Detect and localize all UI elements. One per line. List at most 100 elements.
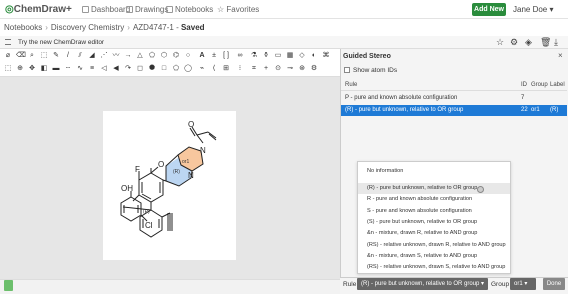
plate-icon[interactable]: ▭: [274, 52, 282, 60]
dropdown-option[interactable]: &n - mixture, drawn R, relative to AND g…: [358, 228, 510, 239]
atom-o-top: O: [188, 120, 194, 129]
rule-select[interactable]: (R) - pure but unknown, relative to OR g…: [357, 278, 488, 290]
table-row[interactable]: P - pure and known absolute configuratio…: [341, 93, 567, 104]
try-new-editor-label[interactable]: Try the new ChemDraw editor: [18, 39, 104, 46]
show-atom-ids-checkbox[interactable]: [344, 67, 350, 73]
ch3-icon[interactable]: ⌁: [198, 65, 206, 73]
atom-n-amide: N: [200, 146, 206, 155]
orbital-icon[interactable]: ∞: [236, 52, 244, 60]
flask-icon[interactable]: ⚱: [262, 52, 270, 60]
breadcrumb-document[interactable]: AZD4747-1: [133, 23, 174, 32]
atom-query-icon[interactable]: ⊙: [274, 65, 282, 73]
bond-bold-wedge-icon[interactable]: ◀: [112, 65, 120, 73]
trash-icon[interactable]: 🗑: [540, 37, 551, 48]
chemdraw-logo[interactable]: ◎ChemDraw+: [5, 4, 72, 15]
col-label[interactable]: Label: [550, 80, 565, 91]
layers-icon[interactable]: ◈: [525, 37, 532, 48]
arrow-icon[interactable]: →: [124, 52, 132, 60]
close-icon[interactable]: ×: [558, 51, 563, 60]
add-new-button[interactable]: Add New ▾: [472, 3, 506, 26]
lasso-icon[interactable]: ⌀: [4, 52, 12, 60]
shape-icon[interactable]: ◇: [298, 52, 306, 60]
benzene-icon[interactable]: ⌬: [172, 52, 180, 60]
cyclobutane-icon[interactable]: ◻: [136, 65, 144, 73]
bracket-left-icon[interactable]: ⟨: [210, 65, 218, 73]
group-select[interactable]: or1 ▾: [510, 278, 536, 290]
bond-wavy-icon[interactable]: ∿: [76, 65, 84, 73]
pen-icon[interactable]: ✎: [52, 52, 60, 60]
bond-triple-icon[interactable]: ≡: [88, 65, 96, 73]
zoom-in-icon[interactable]: ⊕: [16, 65, 24, 73]
gear-tool-icon[interactable]: ⚙: [310, 65, 318, 73]
atom-list-icon[interactable]: ⁝: [236, 65, 244, 73]
cyclopentadiene-icon[interactable]: ⬠: [172, 65, 180, 73]
col-id[interactable]: ID: [521, 80, 527, 91]
nav-notebooks[interactable]: Notebooks: [166, 5, 213, 14]
table-row-selected[interactable]: (R) - pure but unknown, relative to OR g…: [341, 105, 567, 116]
show-atom-ids-label: Show atom IDs: [353, 67, 398, 74]
dropdown-option[interactable]: (S) - pure but unknown, relative to OR g…: [358, 217, 510, 228]
col-rule[interactable]: Rule: [345, 80, 357, 91]
select-icon[interactable]: ⬚: [4, 65, 12, 73]
user-menu[interactable]: Jane Doe ▾: [513, 5, 553, 14]
dropdown-option-highlighted[interactable]: (R) - pure but unknown, relative to OR g…: [358, 183, 510, 194]
text-tool-icon[interactable]: A: [198, 52, 206, 60]
structure-icon[interactable]: ⌘: [322, 52, 330, 60]
cyclohexane-icon[interactable]: ⬡: [160, 52, 168, 60]
breadcrumb-separator: ›: [45, 23, 48, 32]
color-icon[interactable]: ◐: [310, 52, 318, 60]
square-icon[interactable]: □: [160, 65, 168, 73]
stereo-tool-icon[interactable]: ⚗: [250, 52, 258, 60]
zoom-icon[interactable]: ⌕: [28, 52, 36, 60]
done-button[interactable]: Done: [543, 278, 565, 290]
nav-drawings[interactable]: Drawings: [126, 5, 168, 14]
bond-hollow-icon[interactable]: ◁: [100, 65, 108, 73]
breadcrumb-discovery[interactable]: Discovery Chemistry: [51, 23, 124, 32]
bracket-icon[interactable]: [ ]: [222, 52, 230, 60]
atom-map-icon[interactable]: ⌗: [250, 65, 258, 73]
molecule-structure[interactable]: O N N O F OH Cl or1 (R) (P): [103, 111, 236, 260]
table-small-icon[interactable]: ⊞: [222, 65, 230, 73]
bond-double-icon[interactable]: ⫽: [76, 52, 84, 60]
dropdown-option[interactable]: &n - mixture, drawn S, relative to AND g…: [358, 251, 510, 262]
download-icon[interactable]: ⤓: [554, 37, 558, 48]
star-icon[interactable]: ☆: [496, 37, 504, 48]
dot-icon[interactable]: ⊛: [298, 65, 306, 73]
bond-bold-icon[interactable]: ▬: [52, 65, 60, 73]
document-status-icon[interactable]: [4, 280, 13, 291]
dropdown-option[interactable]: (RS) - relative unknown, drawn R, relati…: [358, 240, 510, 251]
arrow-curved-icon[interactable]: ↷: [124, 65, 132, 73]
move-icon[interactable]: ✥: [28, 65, 36, 73]
cycloheptane-icon[interactable]: ○: [184, 52, 192, 60]
stereo-r-label: (R): [173, 169, 180, 175]
color-fill-icon[interactable]: ◧: [40, 65, 48, 73]
menu-icon[interactable]: [5, 39, 11, 45]
nav-dashboard[interactable]: Dashboard: [82, 5, 130, 14]
cyclopentane-icon[interactable]: ⬠: [148, 52, 156, 60]
show-atom-ids-row[interactable]: Show atom IDs: [344, 67, 397, 74]
settings-icon[interactable]: ⚙: [510, 37, 518, 48]
dropdown-option[interactable]: R - pure and known absolute configuratio…: [358, 194, 510, 205]
breadcrumb-notebooks[interactable]: Notebooks: [4, 23, 42, 32]
plus-icon[interactable]: +: [262, 65, 270, 73]
template-icon[interactable]: ⬚: [40, 52, 48, 60]
atom-labels: O N N O F OH Cl: [121, 120, 206, 230]
bond-hash-icon[interactable]: ⋰: [100, 52, 108, 60]
cyclopropane-icon[interactable]: △: [136, 52, 144, 60]
eraser-icon[interactable]: ⌫: [16, 52, 26, 60]
chain-link-icon[interactable]: ⊸: [286, 65, 294, 73]
bond-dashed-icon[interactable]: ┄: [64, 65, 72, 73]
dropdown-option[interactable]: S - pure and known absolute configuratio…: [358, 206, 510, 217]
bond-single-icon[interactable]: /: [64, 52, 72, 60]
ring-icon[interactable]: ◯: [184, 65, 192, 73]
bond-wedge-icon[interactable]: ◢: [88, 52, 96, 60]
document-page[interactable]: O N N O F OH Cl or1 (R) (P): [103, 111, 236, 260]
charge-icon[interactable]: ±: [210, 52, 218, 60]
table-icon[interactable]: ▦: [286, 52, 294, 60]
col-group[interactable]: Group: [531, 80, 548, 91]
dropdown-option[interactable]: (RS) - relative unknown, drawn S, relati…: [358, 262, 510, 273]
nav-favorites[interactable]: ☆ Favorites: [217, 5, 259, 14]
chain-icon[interactable]: 〰: [112, 52, 120, 60]
dropdown-option[interactable]: No information: [358, 166, 510, 177]
cyclooctane-icon[interactable]: ⯃: [148, 65, 156, 73]
